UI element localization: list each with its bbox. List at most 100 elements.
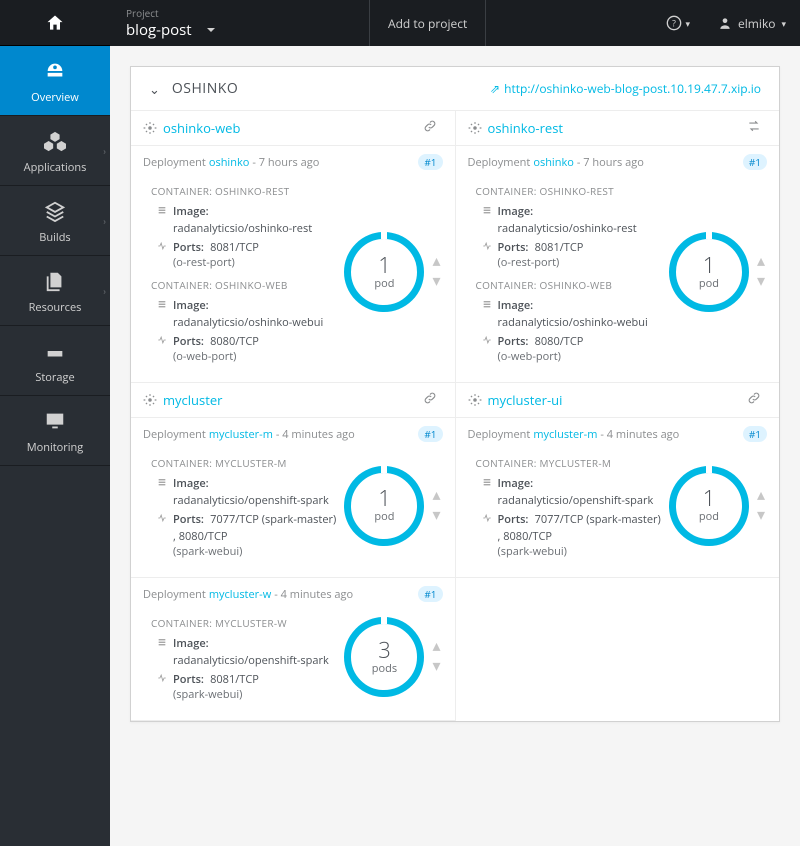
sidebar-item-label: Overview: [4, 90, 106, 105]
disk-icon: [44, 340, 66, 362]
deployment-link[interactable]: oshinko: [209, 155, 250, 170]
chevron-down-icon: ▾: [781, 17, 786, 30]
deployment-label: Deployment: [143, 427, 206, 442]
deployment-link[interactable]: mycluster-w: [209, 587, 271, 602]
scale-down-button[interactable]: ▾: [430, 272, 442, 292]
scale-down-button[interactable]: ▾: [430, 506, 442, 526]
application-route-link[interactable]: ⇗http://oshinko-web-blog-post.10.19.47.7…: [490, 80, 761, 97]
sidebar-item-storage[interactable]: Storage: [0, 326, 110, 396]
service-name-link[interactable]: mycluster-ui: [488, 391, 563, 409]
image-row: Image:radanalyticsio/openshift-spark: [143, 634, 336, 668]
pod-donut[interactable]: 3 pods: [344, 617, 424, 697]
deployment-badge[interactable]: #1: [418, 586, 442, 602]
ports-row: Ports: 8080/TCP(o-web-port): [468, 332, 661, 364]
pod-donut[interactable]: 1 pod: [669, 466, 749, 546]
image-row: Image:radanalyticsio/oshinko-webui: [468, 296, 661, 330]
container-name: CONTAINER: OSHINKO-REST: [143, 178, 336, 202]
scale-up-button[interactable]: ▴: [430, 486, 442, 506]
service-right-icon: [423, 119, 443, 137]
chevron-right-icon: ›: [103, 214, 106, 227]
deployment-age: - 4 minutes ago: [274, 587, 353, 602]
cubes-icon: [44, 130, 66, 152]
scale-down-button[interactable]: ▾: [430, 657, 442, 677]
ports-row: Ports: 8081/TCP(o-rest-port): [143, 238, 336, 270]
deployment-link[interactable]: mycluster-m: [209, 427, 273, 442]
image-row: Image:radanalyticsio/oshinko-webui: [143, 296, 336, 330]
image-row: Image:radanalyticsio/openshift-spark: [468, 474, 661, 508]
ports-row: Ports: 8080/TCP(o-web-port): [143, 332, 336, 364]
scale-up-button[interactable]: ▴: [430, 637, 442, 657]
files-icon: [44, 270, 66, 292]
deployment-label: Deployment: [143, 155, 206, 170]
deployment-age: - 4 minutes ago: [276, 427, 355, 442]
container-name: CONTAINER: OSHINKO-WEB: [143, 272, 336, 296]
image-row: Image:radanalyticsio/oshinko-rest: [468, 202, 661, 236]
sidebar-item-monitoring[interactable]: Monitoring: [0, 396, 110, 466]
container-name: CONTAINER: OSHINKO-REST: [468, 178, 661, 202]
sidebar-item-label: Storage: [4, 370, 106, 385]
deployment-label: Deployment: [143, 587, 206, 602]
svg-text:?: ?: [672, 17, 676, 29]
sidebar-item-label: Applications: [4, 160, 106, 175]
add-to-project-button[interactable]: Add to project: [370, 0, 486, 46]
help-button[interactable]: ? ▾: [652, 0, 705, 46]
sidebar-item-overview[interactable]: Overview: [0, 46, 110, 116]
service-tile: mycluster Deployment mycluster-m - 4 min…: [131, 383, 456, 578]
deployment-link[interactable]: oshinko: [533, 155, 574, 170]
deployment-age: - 4 minutes ago: [600, 427, 679, 442]
pod-donut[interactable]: 1 pod: [669, 232, 749, 312]
chevron-right-icon: ›: [103, 144, 106, 157]
deployment-badge[interactable]: #1: [418, 426, 442, 442]
dashboard-icon: [44, 60, 66, 82]
deployment-badge[interactable]: #1: [743, 154, 767, 170]
pod-count: 1: [703, 254, 716, 276]
pod-donut[interactable]: 1 pod: [344, 466, 424, 546]
deployment-link[interactable]: mycluster-m: [533, 427, 597, 442]
service-tile: mycluster-ui Deployment mycluster-m - 4 …: [456, 383, 780, 578]
application-title: OSHINKO: [172, 79, 238, 98]
sidebar-item-applications[interactable]: Applications ›: [0, 116, 110, 186]
scale-up-button[interactable]: ▴: [755, 486, 767, 506]
service-right-icon: [747, 119, 767, 137]
sidebar-item-builds[interactable]: Builds ›: [0, 186, 110, 256]
deployment-label: Deployment: [468, 155, 531, 170]
service-name-link[interactable]: oshinko-web: [163, 119, 240, 137]
pod-unit: pods: [372, 661, 397, 676]
deployment-badge[interactable]: #1: [418, 154, 442, 170]
pod-unit: pod: [374, 276, 394, 291]
scale-up-button[interactable]: ▴: [755, 252, 767, 272]
sidebar-item-resources[interactable]: Resources ›: [0, 256, 110, 326]
ports-row: Ports: 8081/TCP(o-rest-port): [468, 238, 661, 270]
service-right-icon: [423, 391, 443, 409]
deployment-age: - 7 hours ago: [577, 155, 644, 170]
scale-down-button[interactable]: ▾: [755, 272, 767, 292]
service-name-link[interactable]: mycluster: [163, 391, 222, 409]
chevron-down-icon: [206, 25, 216, 35]
sidebar: Overview Applications › Builds › Resourc…: [0, 0, 110, 846]
project-hint: Project: [126, 6, 353, 20]
project-name: blog-post: [126, 20, 192, 40]
container-name: CONTAINER: MYCLUSTER-M: [468, 450, 661, 474]
home-icon: [45, 13, 65, 33]
scale-up-button[interactable]: ▴: [430, 252, 442, 272]
external-link-icon: ⇗: [490, 80, 500, 97]
project-selector[interactable]: Project blog-post: [110, 0, 370, 46]
sidebar-item-label: Builds: [4, 230, 106, 245]
help-icon: ?: [666, 15, 682, 31]
pod-count: 1: [703, 487, 716, 509]
collapse-toggle[interactable]: ⌄: [149, 80, 160, 98]
service-name-link[interactable]: oshinko-rest: [488, 119, 564, 137]
sidebar-item-label: Resources: [4, 300, 106, 315]
topbar: Project blog-post Add to project ? ▾ elm…: [110, 0, 800, 46]
scale-down-button[interactable]: ▾: [755, 506, 767, 526]
ports-row: Ports: 8081/TCP(spark-webui): [143, 670, 336, 702]
pod-donut[interactable]: 1 pod: [344, 232, 424, 312]
username: elmiko: [738, 15, 775, 32]
home-button[interactable]: [0, 0, 110, 46]
layers-icon: [44, 200, 66, 222]
user-menu[interactable]: elmiko ▾: [704, 0, 800, 46]
add-to-project-label: Add to project: [388, 15, 467, 32]
deployment-badge[interactable]: #1: [743, 426, 767, 442]
pod-unit: pod: [699, 509, 719, 524]
monitor-icon: [44, 410, 66, 432]
